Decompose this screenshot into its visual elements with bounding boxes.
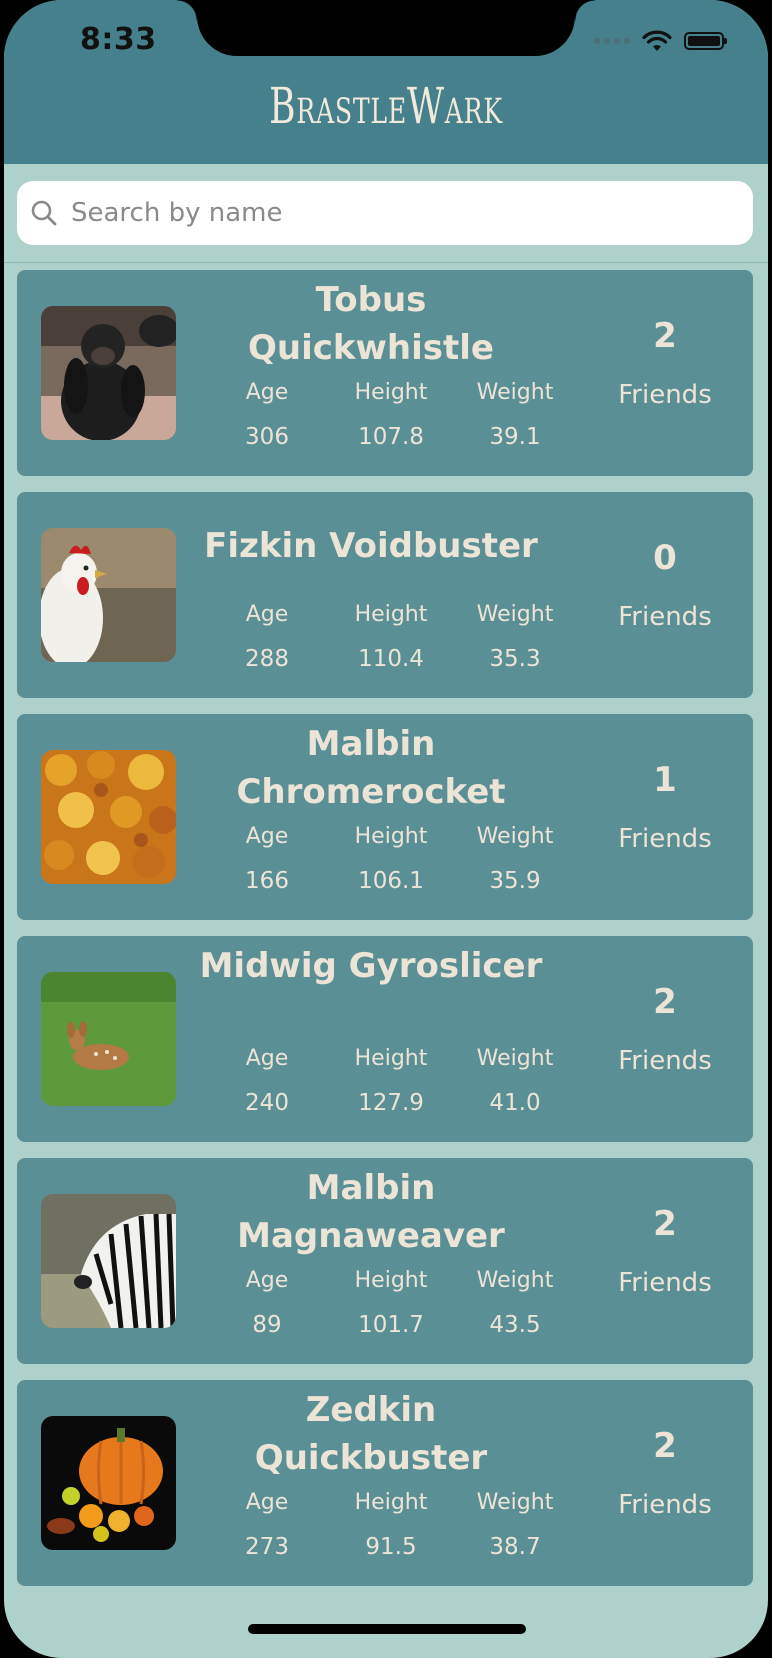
friends-count: 1 (653, 760, 677, 800)
gnome-card[interactable]: Malbin Chromerocket Age 166 Height 106.1 W… (17, 714, 753, 920)
search-bar (4, 164, 768, 263)
weight-label: Weight (476, 602, 554, 627)
app-header: 8:33 BrastleWark (4, 0, 768, 164)
height-value: 91.5 (365, 1534, 417, 1560)
height-label: Height (354, 824, 428, 849)
weight-value: 39.1 (489, 424, 541, 450)
wifi-icon (642, 30, 672, 51)
friends-label: Friends (618, 602, 712, 632)
weight-label: Weight (476, 1046, 554, 1071)
autumn-leaves-thumbnail (41, 750, 176, 884)
cellular-signal-icon (594, 38, 630, 44)
home-indicator[interactable] (248, 1624, 526, 1634)
gnome-card[interactable]: Midwig Gyroslicer Age 240 Height 127.9 Wei… (17, 936, 753, 1142)
friends-summary: 2 Friends (577, 982, 753, 1076)
friends-summary: 1 Friends (577, 760, 753, 854)
age-label: Age (245, 1268, 289, 1293)
gnome-name: Malbin Magnaweaver (237, 1168, 505, 1256)
age-value: 166 (245, 868, 289, 894)
gnome-name: Tobus Quickwhistle (247, 280, 494, 368)
height-value: 107.8 (358, 424, 424, 450)
rooster-thumbnail (41, 528, 176, 662)
zebra-thumbnail (41, 1194, 176, 1328)
height-label: Height (354, 1490, 428, 1515)
age-label: Age (245, 380, 289, 405)
gnome-card[interactable]: Zedkin Quickbuster Age 273 Height 91.5 Wei… (17, 1380, 753, 1586)
friends-count: 2 (653, 982, 677, 1022)
gnome-stats: Age 273 Height 91.5 Weight 38.7 (205, 1490, 577, 1560)
height-label: Height (354, 1268, 428, 1293)
age-value: 273 (245, 1534, 289, 1560)
weight-value: 43.5 (489, 1312, 541, 1338)
weight-value: 35.9 (489, 868, 541, 894)
weight-label: Weight (476, 824, 554, 849)
weight-label: Weight (476, 1268, 554, 1293)
height-value: 127.9 (358, 1090, 424, 1116)
weight-label: Weight (476, 380, 554, 405)
friends-summary: 2 Friends (577, 1204, 753, 1298)
gnome-card[interactable]: Tobus Quickwhistle Age 306 Height 107.8 We… (17, 270, 753, 476)
weight-value: 35.3 (489, 646, 541, 672)
age-label: Age (245, 1490, 289, 1515)
app-title: BrastleWark (269, 77, 503, 135)
age-value: 89 (252, 1312, 282, 1338)
height-value: 106.1 (358, 868, 424, 894)
friends-label: Friends (618, 824, 712, 854)
friends-summary: 2 Friends (577, 316, 753, 410)
gnome-name: Malbin Chromerocket (236, 724, 506, 812)
gnome-stats: Age 89 Height 101.7 Weight 43.5 (205, 1268, 577, 1338)
friends-count: 2 (653, 1204, 677, 1244)
age-label: Age (245, 1046, 289, 1071)
friends-label: Friends (618, 380, 712, 410)
pumpkin-thumbnail (41, 1416, 176, 1550)
friends-count: 2 (653, 1426, 677, 1466)
search-box[interactable] (17, 181, 753, 245)
gnome-stats: Age 306 Height 107.8 Weight 39.1 (205, 380, 577, 450)
weight-label: Weight (476, 1490, 554, 1515)
friends-summary: 0 Friends (577, 538, 753, 632)
height-label: Height (354, 602, 428, 627)
height-value: 101.7 (358, 1312, 424, 1338)
age-value: 288 (245, 646, 289, 672)
height-value: 110.4 (358, 646, 424, 672)
app-screen: 8:33 BrastleWark Search by name Tobus Qu… (4, 0, 768, 1658)
gnome-stats: Age 166 Height 106.1 Weight 35.9 (205, 824, 577, 894)
age-label: Age (245, 824, 289, 849)
friends-count: 0 (653, 538, 677, 578)
age-value: 240 (245, 1090, 289, 1116)
device-notch (177, 0, 595, 56)
status-icons (594, 30, 727, 52)
gnome-card[interactable]: Fizkin Voidbuster Age 288 Height 110.4 Wei… (17, 492, 753, 698)
status-time: 8:33 (80, 22, 157, 57)
battery-icon (684, 32, 727, 50)
friends-label: Friends (618, 1490, 712, 1520)
gnome-name: Midwig Gyroslicer (199, 946, 543, 986)
gnome-name: Fizkin Voidbuster (204, 526, 538, 566)
search-icon (29, 198, 59, 228)
fawn-thumbnail (41, 972, 176, 1106)
friends-label: Friends (618, 1268, 712, 1298)
friends-count: 2 (653, 316, 677, 356)
friends-summary: 2 Friends (577, 1426, 753, 1520)
gnome-card[interactable]: Malbin Magnaweaver Age 89 Height 101.7 Wei… (17, 1158, 753, 1364)
age-label: Age (245, 602, 289, 627)
friends-label: Friends (618, 1046, 712, 1076)
weight-value: 38.7 (489, 1534, 541, 1560)
height-label: Height (354, 380, 428, 405)
gnome-stats: Age 288 Height 110.4 Weight 35.3 (205, 602, 577, 672)
height-label: Height (354, 1046, 428, 1071)
gnome-list: Tobus Quickwhistle Age 306 Height 107.8 We… (17, 270, 753, 1602)
age-value: 306 (245, 424, 289, 450)
search-input[interactable] (69, 197, 713, 229)
gnome-stats: Age 240 Height 127.9 Weight 41.0 (205, 1046, 577, 1116)
chimpanzee-thumbnail (41, 306, 176, 440)
gnome-name: Zedkin Quickbuster (254, 1390, 488, 1478)
weight-value: 41.0 (489, 1090, 541, 1116)
